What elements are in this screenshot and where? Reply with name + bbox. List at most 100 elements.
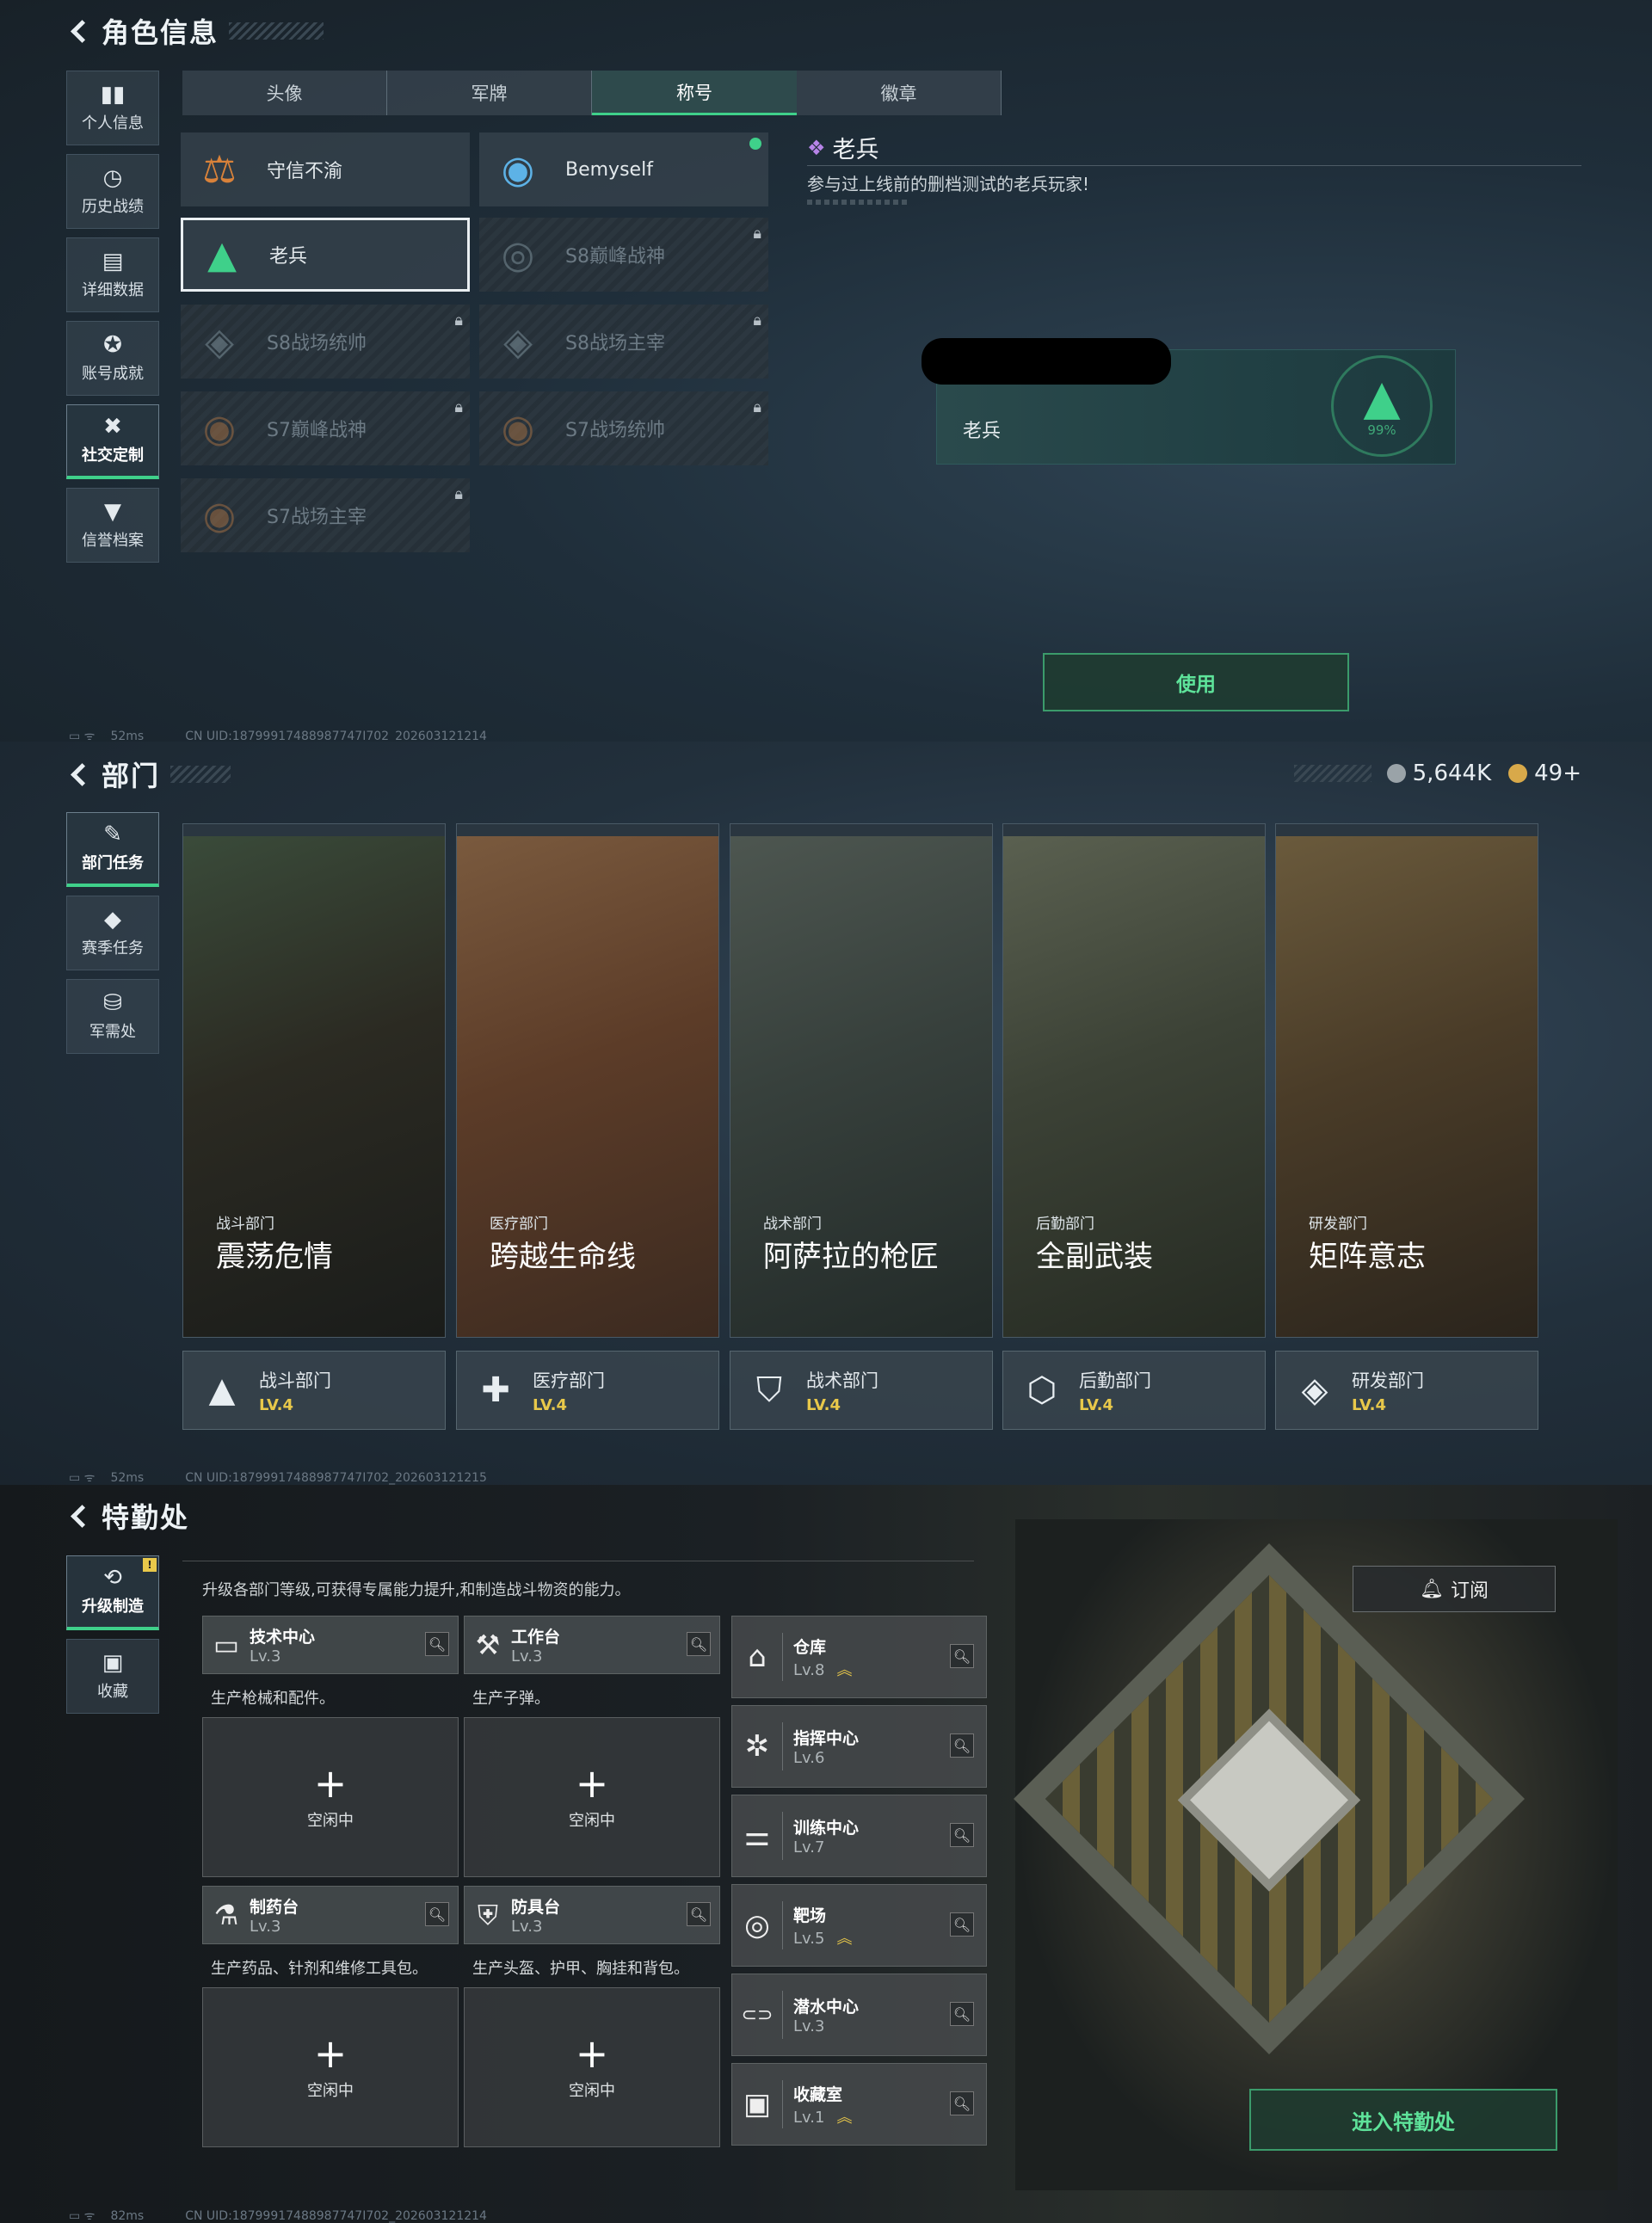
- sidebar-item-personal-info[interactable]: ▮▮ 个人信息: [66, 71, 159, 145]
- tab-avatar[interactable]: 头像: [182, 71, 387, 115]
- level-text: Lv.7: [793, 1838, 825, 1857]
- sidebar-item-reputation[interactable]: ▼ 信誉档案: [66, 488, 159, 563]
- production-slot[interactable]: + 空闲中: [202, 1717, 459, 1877]
- lock-icon: 🔒︎: [454, 398, 463, 416]
- uid-text: CN UID:18799917488987747I702_20260312121…: [185, 729, 487, 742]
- sidebar-item-season-tasks[interactable]: ◆ 赛季任务: [66, 896, 159, 970]
- title-item-locked[interactable]: ◉ S7巅峰战神 🔒︎: [181, 391, 470, 465]
- title-item-selected[interactable]: ▲ 老兵: [181, 218, 470, 292]
- title-item-locked[interactable]: ◉ S7战场统帅 🔒︎: [479, 391, 768, 465]
- workshop-armor[interactable]: ⛨ 防具台 Lv.3 🔍︎: [464, 1886, 720, 1944]
- subscribe-button[interactable]: 🔔︎ 订阅: [1353, 1566, 1556, 1612]
- facility-diving-center[interactable]: ⊂⊃ 潜水中心 Lv.3 🔍︎: [731, 1974, 987, 2056]
- plus-icon: +: [313, 2030, 348, 2077]
- search-icon[interactable]: 🔍︎: [687, 1632, 711, 1656]
- monitor-icon: ▭: [213, 1629, 240, 1661]
- sidebar-item-detail-data[interactable]: ▤ 详细数据: [66, 237, 159, 312]
- title-item[interactable]: ⚖ 守信不渝: [181, 132, 470, 206]
- sidebar-item-social-custom[interactable]: ✖ 社交定制: [66, 404, 159, 479]
- facility-warehouse[interactable]: ⌂ 仓库 Lv.8 ︽ 🔍︎: [731, 1616, 987, 1698]
- facility-level: Lv.1 ︽: [793, 2105, 852, 2128]
- title-item-locked[interactable]: ◎ S8巅峰战神 🔒︎: [479, 218, 768, 292]
- dept-level-combat[interactable]: ▲ 战斗部门 LV.4: [182, 1351, 446, 1430]
- sidebar-item-label: 社交定制: [82, 446, 144, 465]
- gold-coin-icon: [1508, 764, 1528, 783]
- dept-header: 部门: [67, 755, 231, 793]
- sidebar-item-history[interactable]: ◷ 历史战绩: [66, 154, 159, 229]
- facility-collection-room[interactable]: ▣ 收藏室 Lv.1 ︽ 🔍︎: [731, 2063, 987, 2146]
- profile-sidebar: ▮▮ 个人信息 ◷ 历史战绩 ▤ 详细数据 ✪ 账号成就 ✖ 社交定制 ▼ 信誉档案: [66, 71, 161, 571]
- search-icon[interactable]: 🔍︎: [950, 1733, 974, 1758]
- dept-level-medical[interactable]: ✚ 医疗部门 LV.4: [456, 1351, 719, 1430]
- workshop-name: 制药台: [250, 1898, 299, 1917]
- page-title: 特勤处: [102, 1501, 190, 1534]
- sidebar-item-label: 信誉档案: [82, 531, 144, 550]
- production-slot[interactable]: + 空闲中: [464, 1717, 720, 1877]
- production-slot[interactable]: + 空闲中: [202, 1987, 459, 2147]
- diving-mask-icon: ⊂⊃: [741, 2004, 774, 2026]
- tab-badge[interactable]: 徽章: [797, 71, 1002, 115]
- research-dept-icon: ◈: [1301, 1370, 1328, 1410]
- facility-shooting-range[interactable]: ◎ 靶场 Lv.5 ︽ 🔍︎: [731, 1884, 987, 1967]
- sidebar-item-achievements[interactable]: ✪ 账号成就: [66, 321, 159, 396]
- veteran-emblem-icon: ▲ 99%: [1331, 355, 1433, 457]
- title-item-locked[interactable]: ◉ S7战场主宰 🔒︎: [181, 478, 470, 552]
- use-button[interactable]: 使用: [1043, 653, 1349, 711]
- facility-name: 潜水中心: [793, 1998, 860, 2017]
- facility-training-center[interactable]: ⚌ 训练中心 Lv.7 🔍︎: [731, 1795, 987, 1877]
- facility-level: Lv.5 ︽: [793, 1926, 852, 1949]
- facility-level: Lv.6: [793, 1749, 859, 1767]
- level-text: Lv.5: [793, 1929, 825, 1948]
- dept-card-logistics[interactable]: 后勤部门 全副武装: [1002, 823, 1266, 1338]
- workshop-workbench[interactable]: ⚒ 工作台 Lv.3 🔍︎: [464, 1616, 720, 1674]
- title-name: S8战场统帅: [267, 333, 367, 354]
- facility-name: 训练中心: [793, 1819, 860, 1838]
- department-panel: 部门 5,644K 49+ ✎ 部门任务 ◆ 赛季任务 ⛁ 军需处 战斗部门 震荡危情…: [0, 742, 1652, 1485]
- title-item[interactable]: ◉ Bemyself: [479, 132, 768, 206]
- back-icon[interactable]: [67, 1503, 93, 1529]
- separator: [782, 1812, 783, 1860]
- dept-level-research[interactable]: ◈ 研发部门 LV.4: [1275, 1351, 1538, 1430]
- facility-command-center[interactable]: ✲ 指挥中心 Lv.6 🔍︎: [731, 1705, 987, 1788]
- idle-label: 空闲中: [307, 1812, 354, 1830]
- dept-card-combat[interactable]: 战斗部门 震荡危情: [182, 823, 446, 1338]
- dept-card-tactical[interactable]: 战术部门 阿萨拉的枪匠: [730, 823, 993, 1338]
- enter-special-ops-button[interactable]: 进入特勤处: [1249, 2089, 1557, 2151]
- back-icon[interactable]: [67, 761, 93, 787]
- sidebar-item-supply[interactable]: ⛁ 军需处: [66, 979, 159, 1054]
- tab-dogtag[interactable]: 军牌: [387, 71, 592, 115]
- dept-level-tactical[interactable]: ⛉ 战术部门 LV.4: [730, 1351, 993, 1430]
- tab-title[interactable]: 称号: [592, 71, 797, 115]
- search-icon[interactable]: 🔍︎: [950, 2091, 974, 2115]
- search-icon[interactable]: 🔍︎: [425, 1902, 449, 1926]
- search-icon[interactable]: 🔍︎: [950, 1912, 974, 1937]
- search-icon[interactable]: 🔍︎: [950, 2002, 974, 2026]
- soldier-emblem-icon: ◉: [202, 493, 237, 538]
- sidebar-item-collection[interactable]: ▣ 收藏: [66, 1639, 159, 1714]
- dept-level-logistics[interactable]: ⬡ 后勤部门 LV.4: [1002, 1351, 1266, 1430]
- search-icon[interactable]: 🔍︎: [950, 1644, 974, 1668]
- back-icon[interactable]: [67, 18, 93, 44]
- flask-icon: ⚗: [213, 1899, 239, 1931]
- s8-emblem-icon: ◎: [501, 232, 535, 277]
- folder-icon: ▤: [102, 248, 124, 274]
- level-text: Lv.6: [793, 1749, 825, 1767]
- sidebar-item-upgrade[interactable]: ⟲ 升级制造 !: [66, 1555, 159, 1630]
- sidebar-item-dept-tasks[interactable]: ✎ 部门任务: [66, 812, 159, 887]
- dept-level: LV.4: [806, 1395, 841, 1414]
- workshop-pharmacy[interactable]: ⚗ 制药台 Lv.3 🔍︎: [202, 1886, 459, 1944]
- search-icon[interactable]: 🔍︎: [425, 1632, 449, 1656]
- title-name: 老兵: [269, 246, 308, 268]
- production-slot[interactable]: + 空闲中: [464, 1987, 720, 2147]
- search-icon[interactable]: 🔍︎: [687, 1902, 711, 1926]
- dept-card-research[interactable]: 研发部门 矩阵意志: [1275, 823, 1538, 1338]
- title-item-locked[interactable]: ◈ S8战场主宰 🔒︎: [479, 305, 768, 379]
- workshop-tech-center[interactable]: ▭ 技术中心 Lv.3 🔍︎: [202, 1616, 459, 1674]
- page-title: 角色信息: [102, 16, 219, 49]
- search-icon[interactable]: 🔍︎: [950, 1823, 974, 1847]
- separator: [782, 1722, 783, 1770]
- plus-icon: +: [575, 1760, 609, 1807]
- title-item-locked[interactable]: ◈ S8战场统帅 🔒︎: [181, 305, 470, 379]
- dept-card-medical[interactable]: 医疗部门 跨越生命线: [456, 823, 719, 1338]
- uid-text: CN UID:18799917488987747I702_20260312121…: [185, 1470, 487, 1485]
